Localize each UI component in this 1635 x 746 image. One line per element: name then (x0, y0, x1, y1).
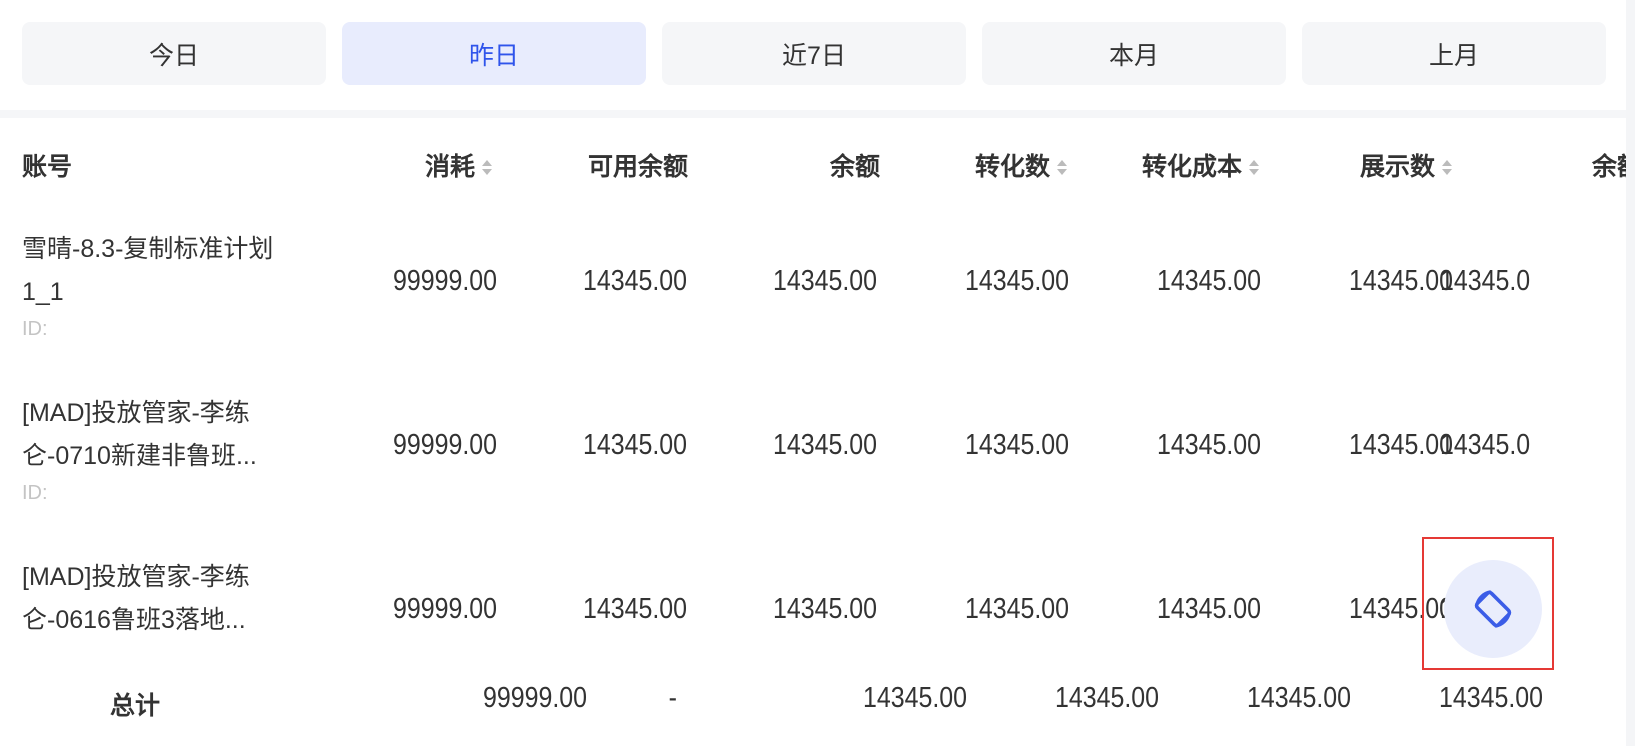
header-cost-label: 消耗 (424, 153, 475, 181)
account-name: [MAD]投放管家-李练仑-0710新建非鲁班... (22, 399, 257, 470)
sort-icon[interactable] (1442, 159, 1452, 175)
tab-last-7-days[interactable]: 近7日 (662, 22, 966, 85)
account-table: 账号 消耗 可用余额 余额 转化数 转化成本 展示数 余额 雪晴-8.3-复制标… (0, 118, 1626, 746)
cell-available-balance: 14345.00 (582, 593, 687, 625)
section-divider (0, 110, 1626, 118)
cell-conversion-cost: 14345.00 (1156, 265, 1261, 297)
header-account: 账号 (22, 150, 72, 184)
header-account-label: 账号 (22, 153, 73, 181)
account-id: ID: (22, 482, 48, 504)
cell-conversion-cost: 14345.00 (1156, 593, 1261, 625)
table-row[interactable]: 雪晴-8.3-复制标准计划1_1 ID: (22, 228, 302, 344)
right-edge (1626, 0, 1635, 746)
total-conversions: 14345.00 (1054, 682, 1159, 714)
sort-icon[interactable] (1057, 159, 1067, 175)
header-balance-label: 余额 (829, 153, 880, 181)
header-conversion-cost[interactable]: 转化成本 (1100, 150, 1259, 184)
header-conversion-cost-label: 转化成本 (1141, 153, 1242, 181)
cell-impressions: 14345.00 (1348, 265, 1453, 297)
cell-conversions: 14345.00 (964, 593, 1069, 625)
tab-this-month[interactable]: 本月 (982, 22, 1286, 85)
account-name: [MAD]投放管家-李练仑-0616鲁班3落地... (22, 563, 250, 634)
cell-impressions: 14345.00 (1348, 593, 1453, 625)
date-range-tabs: 今日 昨日 近7日 本月 上月 (0, 0, 1635, 110)
cell-available-balance: 14345.00 (582, 429, 687, 461)
total-impressions: 14345.00 (1438, 682, 1543, 714)
account-id: ID: (22, 318, 48, 340)
header-extra-label: 余额 (1592, 153, 1626, 181)
screen-rotate-icon (1468, 584, 1518, 634)
account-name: 雪晴-8.3-复制标准计划1_1 (22, 235, 274, 306)
total-balance: 14345.00 (862, 682, 967, 714)
header-cost[interactable]: 消耗 (380, 150, 492, 184)
table-row[interactable]: [MAD]投放管家-李练仑-0616鲁班3落地... (22, 556, 302, 642)
rotate-screen-button[interactable] (1444, 560, 1542, 658)
total-conversion-cost: 14345.00 (1246, 682, 1351, 714)
cell-extra: 14345.0 (1440, 429, 1531, 461)
sort-icon[interactable] (482, 159, 492, 175)
cell-conversions: 14345.00 (964, 429, 1069, 461)
total-cost: 99999.00 (482, 682, 587, 714)
cell-balance: 14345.00 (772, 265, 877, 297)
total-available-balance: - (668, 682, 677, 714)
cell-impressions: 14345.00 (1348, 429, 1453, 461)
header-available-balance: 可用余额 (540, 150, 688, 184)
header-extra: 余额 (1592, 150, 1626, 184)
cell-available-balance: 14345.00 (582, 265, 687, 297)
header-impressions-label: 展示数 (1359, 153, 1435, 181)
cell-cost: 99999.00 (392, 429, 497, 461)
header-conversions[interactable]: 转化数 (940, 150, 1067, 184)
cell-conversion-cost: 14345.00 (1156, 429, 1261, 461)
sort-icon[interactable] (1249, 159, 1259, 175)
tab-last-month[interactable]: 上月 (1302, 22, 1606, 85)
cell-conversions: 14345.00 (964, 265, 1069, 297)
cell-balance: 14345.00 (772, 593, 877, 625)
header-conversions-label: 转化数 (974, 153, 1050, 181)
header-balance: 余额 (760, 150, 880, 184)
cell-cost: 99999.00 (392, 265, 497, 297)
cell-extra: 14345.0 (1440, 265, 1531, 297)
tab-today[interactable]: 今日 (22, 22, 326, 85)
total-label: 总计 (110, 692, 161, 720)
header-impressions[interactable]: 展示数 (1310, 150, 1452, 184)
table-row[interactable]: [MAD]投放管家-李练仑-0710新建非鲁班... ID: (22, 392, 302, 508)
tab-yesterday[interactable]: 昨日 (342, 22, 646, 85)
cell-balance: 14345.00 (772, 429, 877, 461)
header-available-balance-label: 可用余额 (587, 153, 688, 181)
cell-cost: 99999.00 (392, 593, 497, 625)
